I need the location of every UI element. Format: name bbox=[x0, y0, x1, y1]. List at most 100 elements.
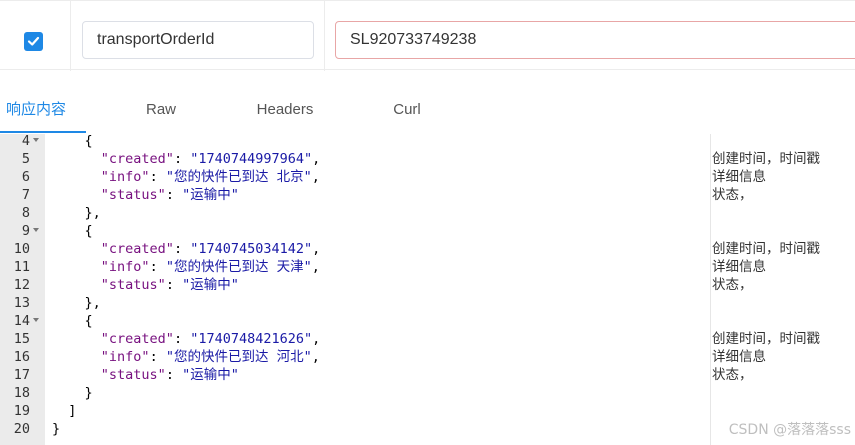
column-divider bbox=[324, 1, 325, 71]
param-enabled-checkbox[interactable] bbox=[24, 32, 43, 51]
field-comment: 创建时间，时间戳 bbox=[712, 241, 820, 257]
tab-curl[interactable]: Curl bbox=[378, 85, 436, 134]
line-number: 15 bbox=[13, 331, 30, 347]
json-punctuation: , bbox=[312, 331, 321, 347]
code-line: 20} bbox=[0, 420, 855, 438]
json-punctuation: { bbox=[52, 223, 93, 239]
fold-arrow-icon[interactable] bbox=[33, 228, 39, 232]
line-number: 17 bbox=[13, 367, 30, 383]
code-line: 10 "created": "1740745034142", 创建时间，时间戳 bbox=[0, 240, 855, 258]
json-punctuation: , bbox=[312, 241, 321, 257]
code-text: "status": "运输中" bbox=[52, 366, 239, 384]
response-code-editor[interactable]: 4 {5 "created": "1740744997964", 创建时间，时间戳… bbox=[0, 134, 855, 445]
active-tab-indicator bbox=[0, 131, 86, 133]
param-value-input[interactable]: SL920733749238 bbox=[335, 21, 855, 59]
code-text: "created": "1740744997964", bbox=[52, 150, 320, 168]
code-text: "info": "您的快件已到达 天津", bbox=[52, 258, 320, 276]
param-key-input[interactable]: transportOrderId bbox=[82, 21, 314, 59]
code-line: 15 "created": "1740748421626", 创建时间，时间戳 bbox=[0, 330, 855, 348]
json-punctuation: }, bbox=[52, 205, 101, 221]
code-text: "status": "运输中" bbox=[52, 186, 239, 204]
json-punctuation: , bbox=[311, 169, 320, 185]
code-text: { bbox=[52, 134, 93, 150]
json-key: "info" bbox=[100, 259, 150, 275]
line-number: 18 bbox=[13, 385, 30, 401]
field-comment: 详细信息 bbox=[712, 169, 766, 185]
json-key: "info" bbox=[100, 349, 150, 365]
json-key: "created" bbox=[100, 241, 174, 257]
json-punctuation: } bbox=[52, 421, 61, 437]
json-punctuation: : bbox=[173, 331, 191, 347]
code-text: "created": "1740748421626", bbox=[52, 330, 320, 348]
tab-headers[interactable]: Headers bbox=[245, 85, 325, 134]
line-number: 16 bbox=[13, 349, 30, 365]
line-number: 11 bbox=[13, 259, 30, 275]
code-text: }, bbox=[52, 294, 101, 312]
line-number: 7 bbox=[21, 187, 30, 203]
column-divider bbox=[70, 1, 71, 71]
json-string: "您的快件已到达 天津" bbox=[165, 259, 312, 275]
json-punctuation: : bbox=[149, 259, 166, 275]
code-line: 17 "status": "运输中" 状态， bbox=[0, 366, 855, 384]
json-key: "status" bbox=[100, 277, 166, 293]
line-number: 10 bbox=[13, 241, 30, 257]
code-line: 14 { bbox=[0, 312, 855, 330]
json-punctuation: : bbox=[173, 151, 191, 167]
json-punctuation: { bbox=[52, 313, 93, 329]
json-key: "status" bbox=[100, 367, 166, 383]
code-text: "created": "1740745034142", bbox=[52, 240, 320, 258]
json-string: "运输中" bbox=[182, 277, 239, 293]
code-line: 4 { bbox=[0, 134, 855, 150]
fold-arrow-icon[interactable] bbox=[33, 138, 39, 142]
line-number: 20 bbox=[13, 421, 30, 437]
code-line: 8 }, bbox=[0, 204, 855, 222]
field-comment: 详细信息 bbox=[712, 349, 766, 365]
json-punctuation bbox=[52, 331, 101, 347]
json-punctuation: , bbox=[311, 349, 320, 365]
field-comment: 状态， bbox=[712, 367, 753, 383]
field-comment: 状态， bbox=[712, 187, 753, 203]
response-tabs: 响应内容 Raw Headers Curl bbox=[0, 85, 855, 135]
tab-response-content[interactable]: 响应内容 bbox=[0, 85, 72, 134]
code-line: 16 "info": "您的快件已到达 河北", 详细信息 bbox=[0, 348, 855, 366]
line-number: 12 bbox=[13, 277, 30, 293]
field-comment: 创建时间，时间戳 bbox=[712, 151, 820, 167]
code-text: "status": "运输中" bbox=[52, 276, 239, 294]
code-line: 19 ] bbox=[0, 402, 855, 420]
field-comment: 状态， bbox=[712, 277, 753, 293]
json-punctuation bbox=[52, 169, 101, 185]
field-comment: 创建时间，时间戳 bbox=[712, 331, 820, 347]
check-icon bbox=[27, 36, 40, 46]
watermark: CSDN @落落落sss bbox=[728, 422, 851, 438]
json-punctuation: { bbox=[52, 134, 93, 149]
json-punctuation: : bbox=[165, 187, 183, 203]
json-punctuation: : bbox=[165, 277, 183, 293]
code-line: 11 "info": "您的快件已到达 天津", 详细信息 bbox=[0, 258, 855, 276]
tab-raw[interactable]: Raw bbox=[130, 85, 192, 134]
field-comment: 详细信息 bbox=[712, 259, 766, 275]
json-key: "created" bbox=[100, 151, 174, 167]
json-string: "1740748421626" bbox=[190, 331, 313, 347]
json-string: "1740744997964" bbox=[190, 151, 313, 167]
line-number: 19 bbox=[13, 403, 30, 419]
json-string: "1740745034142" bbox=[190, 241, 313, 257]
code-text: { bbox=[52, 312, 93, 330]
line-number: 14 bbox=[13, 313, 30, 329]
json-punctuation: } bbox=[52, 385, 93, 401]
code-line: 13 }, bbox=[0, 294, 855, 312]
json-punctuation: }, bbox=[52, 295, 101, 311]
line-number: 13 bbox=[13, 295, 30, 311]
param-row: transportOrderId SL920733749238 bbox=[0, 0, 855, 71]
fold-arrow-icon[interactable] bbox=[33, 318, 39, 322]
json-key: "status" bbox=[100, 187, 166, 203]
json-punctuation: : bbox=[173, 241, 191, 257]
line-number: 9 bbox=[21, 223, 30, 239]
code-line: 12 "status": "运输中" 状态， bbox=[0, 276, 855, 294]
code-line: 7 "status": "运输中" 状态， bbox=[0, 186, 855, 204]
code-text: "info": "您的快件已到达 河北", bbox=[52, 348, 320, 366]
line-number: 8 bbox=[21, 205, 30, 221]
json-string: "运输中" bbox=[182, 367, 239, 383]
json-string: "运输中" bbox=[182, 187, 239, 203]
line-number: 5 bbox=[21, 151, 30, 167]
json-punctuation bbox=[52, 277, 101, 293]
